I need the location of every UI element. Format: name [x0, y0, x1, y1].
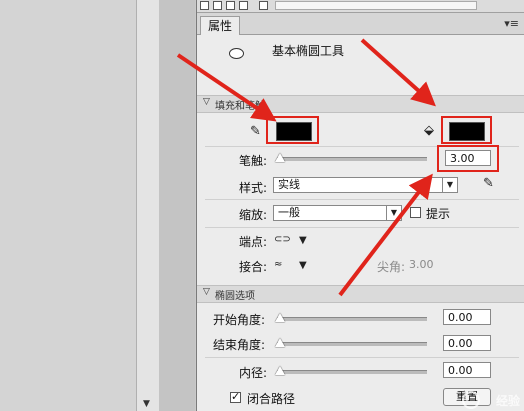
tool-name: 基本椭圆工具	[272, 44, 345, 58]
start-angle-thumb[interactable]	[275, 313, 285, 322]
stroke-width-slider[interactable]	[277, 157, 427, 161]
stage-area	[0, 0, 136, 411]
scale-label: 缩放:	[239, 208, 268, 222]
scale-select[interactable]: 一般 ▼	[273, 205, 402, 221]
inner-radius-thumb[interactable]	[275, 366, 285, 375]
collapse-triangle-icon[interactable]: ▽	[203, 97, 210, 107]
new-layer-icon[interactable]	[226, 1, 235, 10]
start-angle-input[interactable]: 0.00	[443, 309, 491, 325]
style-label: 样式:	[239, 181, 268, 195]
section-title: 填充和笔触	[215, 101, 265, 112]
section-oval-options[interactable]: ▽ 椭圆选项	[197, 285, 524, 303]
join-style-icon[interactable]: ≈	[274, 259, 282, 270]
collapse-triangle-icon[interactable]: ▽	[203, 287, 210, 297]
pencil-icon: ✎	[250, 124, 261, 139]
paint-bucket-icon: ⬙	[424, 123, 434, 138]
divider	[205, 357, 519, 358]
hint-checkbox[interactable]	[410, 207, 421, 218]
join-label: 接合:	[239, 260, 268, 274]
stroke-style-select[interactable]: 实线 ▼	[273, 177, 458, 193]
chevron-down-icon[interactable]: ▼	[386, 206, 401, 220]
end-angle-slider[interactable]	[277, 342, 427, 346]
end-angle-input[interactable]: 0.00	[443, 335, 491, 351]
inner-radius-input[interactable]: 0.00	[443, 362, 491, 378]
vertical-scrollbar[interactable]: ▼	[136, 0, 160, 411]
layer-icon[interactable]	[200, 1, 209, 10]
folder-icon[interactable]	[213, 1, 222, 10]
scroll-down-arrow-icon[interactable]: ▼	[143, 399, 150, 409]
edit-stroke-style-icon[interactable]: ✎	[483, 176, 494, 191]
panel-tabbar: 属性 ▾≡	[197, 13, 524, 35]
stroke-slider-thumb[interactable]	[275, 153, 285, 162]
miter-label: 尖角:	[377, 260, 406, 274]
hint-label: 提示	[426, 207, 451, 221]
miter-value[interactable]: 3.00	[409, 258, 434, 271]
start-angle-label: 开始角度:	[213, 313, 266, 327]
watermark-text: 经验	[495, 394, 520, 408]
timeline-scrollbar[interactable]	[275, 1, 477, 10]
section-fill-stroke[interactable]: ▽ 填充和笔触	[197, 95, 524, 113]
divider	[205, 227, 519, 228]
section-title: 椭圆选项	[215, 291, 255, 302]
annotation-box-stroke-color	[266, 116, 319, 144]
end-angle-thumb[interactable]	[275, 338, 285, 347]
chevron-down-icon[interactable]: ▼	[442, 178, 457, 192]
properties-panel: 属性 ▾≡ 基本椭圆工具 ▽ 填充和笔触 ✎ ⬙ 笔触: 3.00 样式: 实线…	[196, 0, 524, 411]
trash-icon[interactable]	[239, 1, 248, 10]
oval-tool-icon	[229, 48, 244, 59]
timeline-toolbar	[197, 0, 524, 13]
end-angle-label: 结束角度:	[213, 338, 266, 352]
scroll-left-icon[interactable]	[259, 1, 268, 10]
start-angle-slider[interactable]	[277, 317, 427, 321]
chevron-down-icon[interactable]: ▼	[299, 260, 307, 271]
divider	[205, 199, 519, 200]
watermark-logo-icon	[462, 391, 480, 409]
cap-style-icon[interactable]: ⊂⊃	[274, 234, 291, 245]
inner-radius-slider[interactable]	[277, 370, 427, 374]
tab-properties[interactable]: 属性	[200, 16, 241, 35]
annotation-box-stroke-width	[437, 145, 499, 172]
inner-radius-label: 内径:	[239, 366, 268, 380]
cap-label: 端点:	[239, 235, 268, 249]
annotation-box-fill-color	[441, 116, 492, 144]
panel-menu-icon[interactable]: ▾≡	[504, 17, 519, 30]
stroke-width-label: 笔触:	[239, 154, 268, 168]
chevron-down-icon[interactable]: ▼	[299, 235, 307, 246]
stroke-style-value: 实线	[278, 178, 300, 191]
close-path-label: 闭合路径	[247, 392, 296, 406]
panel-gutter	[159, 0, 195, 411]
close-path-checkbox[interactable]	[230, 390, 241, 403]
scale-value: 一般	[278, 206, 300, 219]
